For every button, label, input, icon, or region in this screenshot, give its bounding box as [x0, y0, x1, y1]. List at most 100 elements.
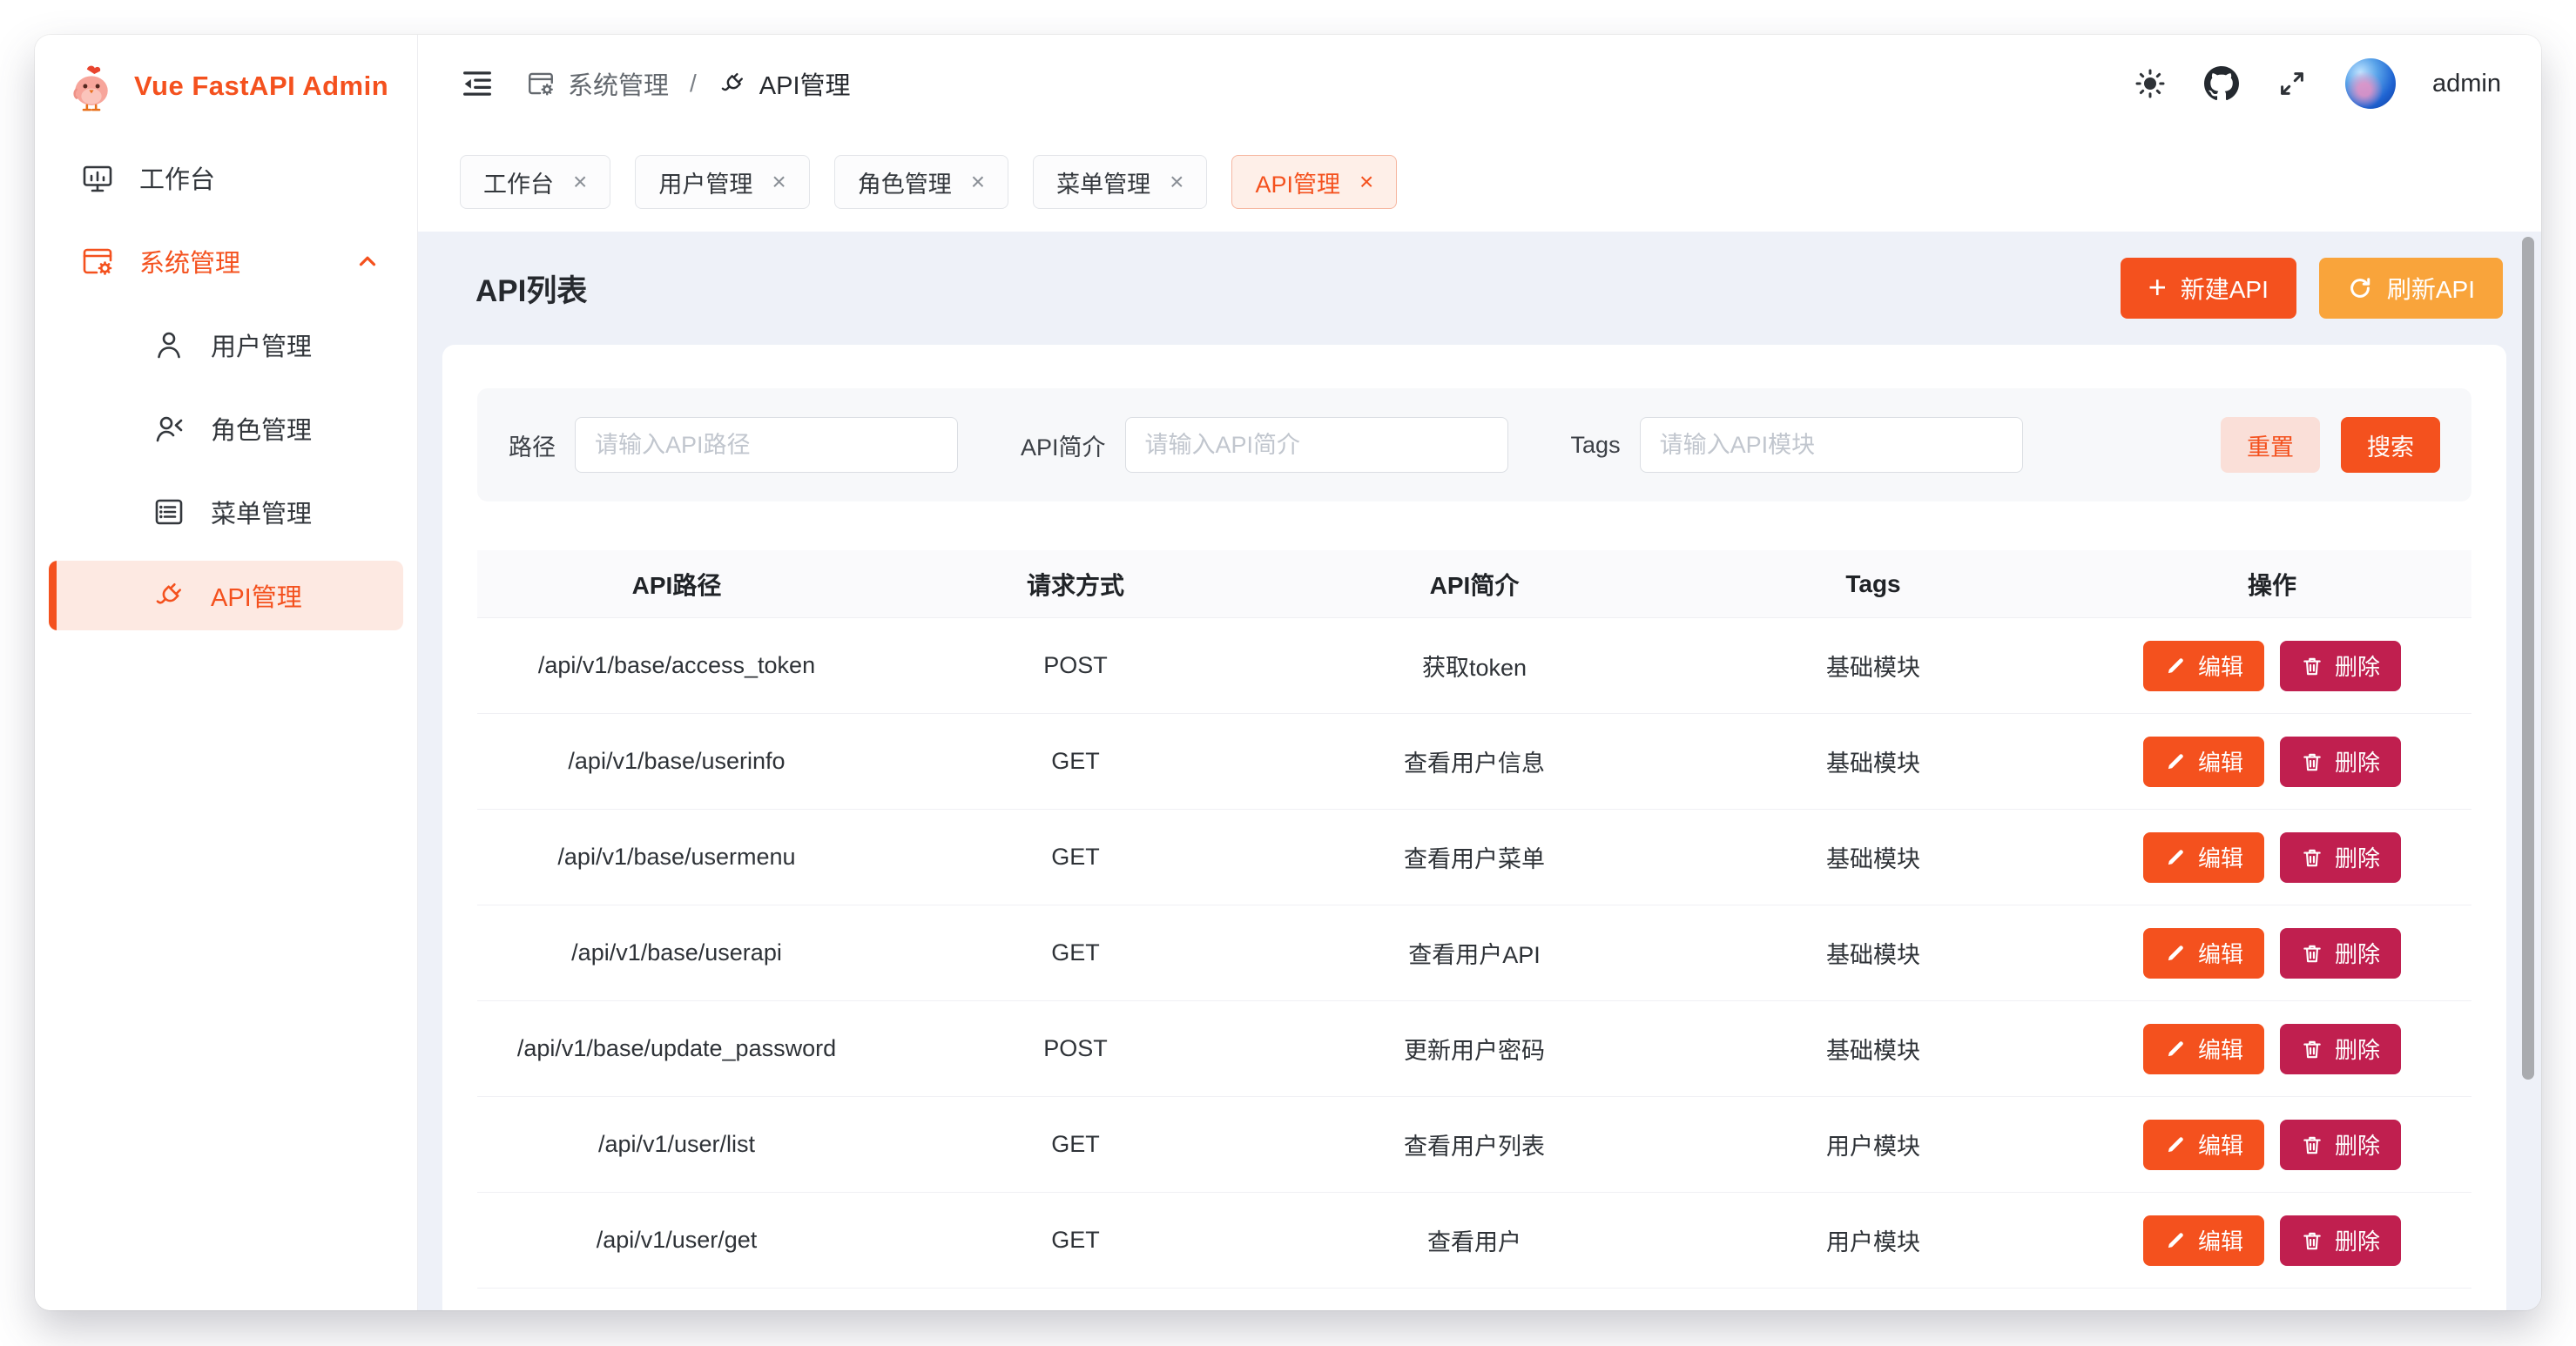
main-area: 系统管理 / API管理 [418, 35, 2541, 1310]
cell-api-path: /api/v1/base/userapi [477, 905, 876, 1000]
edit-button[interactable]: 编辑 [2143, 641, 2264, 691]
sidebar-item-label: 角色管理 [211, 410, 312, 447]
theme-toggle-button[interactable] [2133, 66, 2168, 101]
edit-button[interactable]: 编辑 [2143, 1120, 2264, 1170]
sidebar-menu: 工作台 系统管理 [35, 113, 417, 630]
cell-tags: 基础模块 [1674, 1001, 2073, 1096]
collapse-sidebar-button[interactable] [458, 64, 496, 103]
sidebar-item-workbench[interactable]: 工作台 [49, 143, 403, 212]
topbar: 系统管理 / API管理 [418, 35, 2541, 132]
delete-button[interactable]: 删除 [2280, 1215, 2401, 1266]
cell-summary: 查看用户API [1275, 905, 1674, 1000]
cell-actions: 编辑 删除 [2073, 1097, 2471, 1192]
table-row: /api/v1/base/userapi GET 查看用户API 基础模块 [477, 905, 2471, 1001]
cell-summary: 查看用户 [1275, 1193, 1674, 1288]
delete-button[interactable]: 删除 [2280, 832, 2401, 883]
trash-icon [2301, 655, 2323, 677]
sun-icon [2133, 66, 2168, 101]
logo[interactable]: Vue FastAPI Admin [35, 35, 417, 113]
page-actions: + 新建API 刷新API [2121, 258, 2503, 319]
username[interactable]: admin [2432, 70, 2501, 98]
edit-button[interactable]: 编辑 [2143, 832, 2264, 883]
sidebar-item-menus[interactable]: 菜单管理 [49, 477, 403, 547]
delete-label: 删除 [2335, 1128, 2380, 1161]
cell-api-path: /api/v1/user/get [477, 1193, 876, 1288]
edit-button[interactable]: 编辑 [2143, 1024, 2264, 1074]
cell-actions: 编辑 删除 [2073, 1193, 2471, 1288]
cell-api-path: /api/v1/base/usermenu [477, 810, 876, 905]
page-tab[interactable]: 菜单管理 × [1033, 155, 1207, 209]
page-tab[interactable]: 用户管理 × [635, 155, 809, 209]
sidebar-item-users[interactable]: 用户管理 [49, 310, 403, 380]
collapse-sidebar-icon [458, 64, 496, 103]
column-header: 请求方式 [876, 550, 1275, 617]
edit-button[interactable]: 编辑 [2143, 737, 2264, 787]
cell-method: GET [876, 1193, 1275, 1288]
tags-filter-label: Tags [1571, 432, 1621, 459]
menu-list-icon [152, 495, 186, 529]
edit-button[interactable]: 编辑 [2143, 1215, 2264, 1266]
cell-method: GET [876, 810, 1275, 905]
close-icon[interactable]: × [573, 170, 587, 194]
delete-button[interactable]: 删除 [2280, 1024, 2401, 1074]
chick-logo-icon [64, 59, 118, 113]
workbench-icon [80, 160, 115, 195]
delete-label: 删除 [2335, 937, 2380, 969]
chevron-up-icon [354, 248, 381, 274]
close-icon[interactable]: × [1359, 170, 1373, 194]
pencil-icon [2164, 655, 2187, 677]
cell-method: GET [876, 714, 1275, 809]
api-plug-icon [718, 69, 747, 98]
edit-label: 编辑 [2198, 1033, 2243, 1065]
summary-input[interactable] [1125, 417, 1508, 473]
sidebar-item-label: API管理 [211, 577, 302, 614]
api-table: API路径 请求方式 API简介 Tags 操作 /api/v1/base/ac… [477, 550, 2471, 1310]
trash-icon [2301, 1229, 2323, 1252]
breadcrumb-system[interactable]: 系统管理 [526, 65, 669, 102]
sidebar-item-api[interactable]: API管理 [49, 561, 403, 630]
avatar[interactable] [2345, 58, 2396, 109]
trash-icon [2301, 942, 2323, 965]
table-row: /api/v1/user/get GET 查看用户 用户模块 [477, 1193, 2471, 1289]
summary-filter-label: API简介 [1021, 428, 1106, 462]
close-icon[interactable]: × [1170, 170, 1183, 194]
reset-button[interactable]: 重置 [2221, 417, 2320, 473]
page-tab-label: 菜单管理 [1056, 165, 1150, 199]
close-icon[interactable]: × [971, 170, 985, 194]
table-row: /api/v1/base/access_token POST 获取token 基… [477, 618, 2471, 714]
pencil-icon [2164, 750, 2187, 773]
delete-button[interactable]: 删除 [2280, 737, 2401, 787]
create-api-button[interactable]: + 新建API [2121, 258, 2296, 319]
close-icon[interactable]: × [772, 170, 786, 194]
edit-button[interactable]: 编辑 [2143, 928, 2264, 979]
delete-button[interactable]: 删除 [2280, 928, 2401, 979]
table-row: /api/v1/base/update_password POST 更新用户密码… [477, 1001, 2471, 1097]
delete-button[interactable]: 删除 [2280, 1120, 2401, 1170]
breadcrumb-parent-label: 系统管理 [568, 65, 669, 102]
path-input[interactable] [575, 417, 958, 473]
delete-button[interactable]: 删除 [2280, 641, 2401, 691]
cell-api-path: /api/v1/base/userinfo [477, 714, 876, 809]
breadcrumb-api[interactable]: API管理 [718, 65, 851, 102]
cell-tags: 基础模块 [1674, 810, 2073, 905]
tags-input[interactable] [1640, 417, 2023, 473]
cell-actions: 编辑 删除 [2073, 618, 2471, 713]
refresh-api-button[interactable]: 刷新API [2319, 258, 2503, 319]
fullscreen-button[interactable] [2276, 67, 2309, 100]
sidebar-item-system[interactable]: 系统管理 [49, 226, 403, 296]
scrollbar-thumb[interactable] [2522, 237, 2534, 1080]
column-header: Tags [1674, 550, 2073, 617]
user-icon [152, 327, 186, 362]
search-button[interactable]: 搜索 [2341, 417, 2440, 473]
page-tab[interactable]: 工作台 × [460, 155, 610, 209]
page-tab[interactable]: API管理 × [1231, 155, 1397, 209]
github-button[interactable] [2204, 66, 2239, 101]
scrollbar[interactable] [2522, 232, 2534, 1310]
cell-summary: 查看用户菜单 [1275, 810, 1674, 905]
delete-label: 删除 [2335, 841, 2380, 873]
page-tab[interactable]: 角色管理 × [834, 155, 1008, 209]
edit-label: 编辑 [2198, 937, 2243, 969]
cell-api-path: /api/v1/base/update_password [477, 1001, 876, 1096]
sidebar-item-roles[interactable]: 角色管理 [49, 394, 403, 463]
content-area: API列表 + 新建API 刷新API [418, 232, 2541, 1310]
